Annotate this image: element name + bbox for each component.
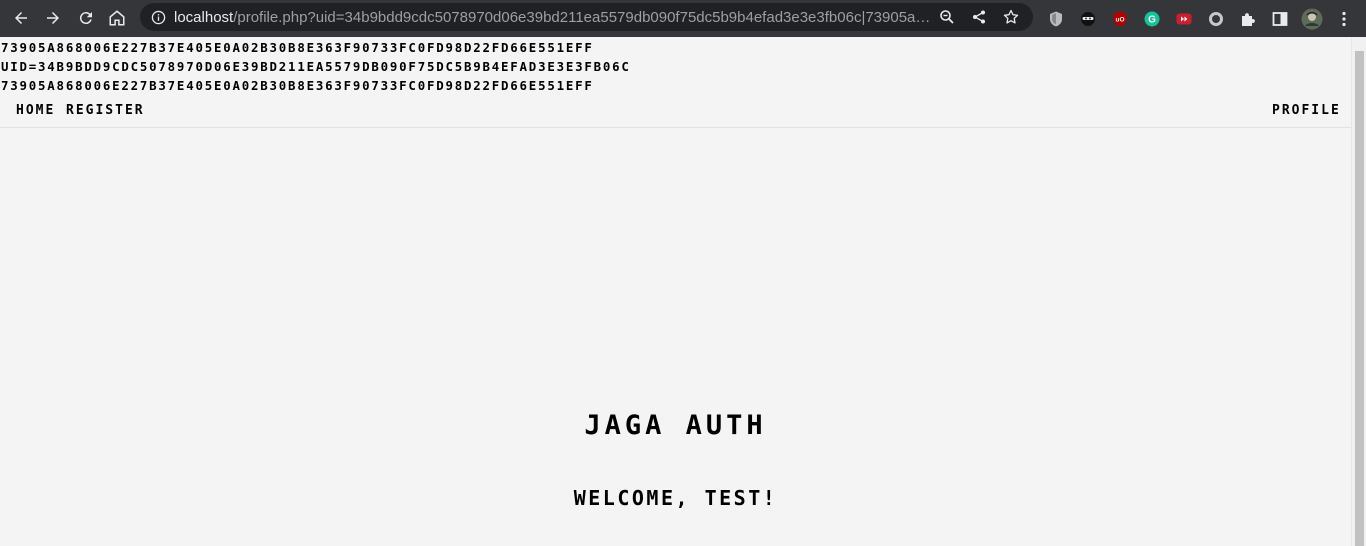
nav-register-link[interactable]: register	[66, 103, 145, 119]
welcome-message: Welcome, test!	[573, 486, 778, 510]
debug-hash-line: 73905a868006e227b37e405e0a02b30b8e363f90…	[1, 78, 594, 93]
shield-extension-icon[interactable]	[1040, 3, 1072, 35]
url-path: /profile.php?uid=34b9bdd9cdc5078970d06e3…	[233, 8, 931, 26]
back-arrow-icon[interactable]	[5, 2, 37, 34]
puzzle-icon[interactable]	[1232, 3, 1264, 35]
svg-text:uO: uO	[1115, 16, 1124, 23]
home-icon[interactable]	[101, 2, 133, 34]
address-bar[interactable]: localhost/profile.php?uid=34b9bdd9cdc507…	[140, 3, 1033, 31]
ublock-extension-icon[interactable]: uO	[1104, 3, 1136, 35]
info-icon[interactable]	[150, 9, 166, 25]
nav-home-link[interactable]: home	[16, 103, 55, 119]
page-content: 73905a868006e227b37e405e0a02b30b8e363f90…	[0, 37, 1351, 546]
page-title: Jaga Auth	[584, 410, 767, 441]
share-icon[interactable]	[963, 3, 995, 31]
forward-arrow-icon[interactable]	[37, 2, 69, 34]
nav-profile-link[interactable]: profile	[1272, 103, 1341, 119]
side-panel-icon[interactable]	[1264, 3, 1296, 35]
scrollbar-thumb[interactable]	[1355, 51, 1364, 546]
menu-dots-icon[interactable]	[1328, 3, 1360, 35]
grammarly-extension-icon[interactable]: G	[1136, 3, 1168, 35]
url-text[interactable]: localhost/profile.php?uid=34b9bdd9cdc507…	[174, 9, 931, 26]
bookmark-star-icon[interactable]	[995, 3, 1027, 31]
zoom-icon[interactable]	[931, 3, 963, 31]
video-extension-icon[interactable]	[1168, 3, 1200, 35]
browser-toolbar: localhost/profile.php?uid=34b9bdd9cdc507…	[0, 0, 1366, 37]
vertical-scrollbar[interactable]	[1351, 37, 1366, 546]
svg-text:G: G	[1148, 14, 1156, 25]
circle-extension-icon[interactable]	[1200, 3, 1232, 35]
url-host: localhost	[174, 8, 234, 26]
profile-avatar[interactable]	[1296, 3, 1328, 35]
extensions-area: uO G	[1040, 0, 1360, 37]
reload-icon[interactable]	[70, 2, 102, 34]
debug-uid-line: uid=34b9bdd9cdc5078970d06e39bd211ea5579d…	[1, 59, 631, 74]
ninja-extension-icon[interactable]	[1072, 3, 1104, 35]
nav-divider	[0, 127, 1351, 128]
debug-hash-line: 73905a868006e227b37e405e0a02b30b8e363f90…	[1, 40, 594, 55]
